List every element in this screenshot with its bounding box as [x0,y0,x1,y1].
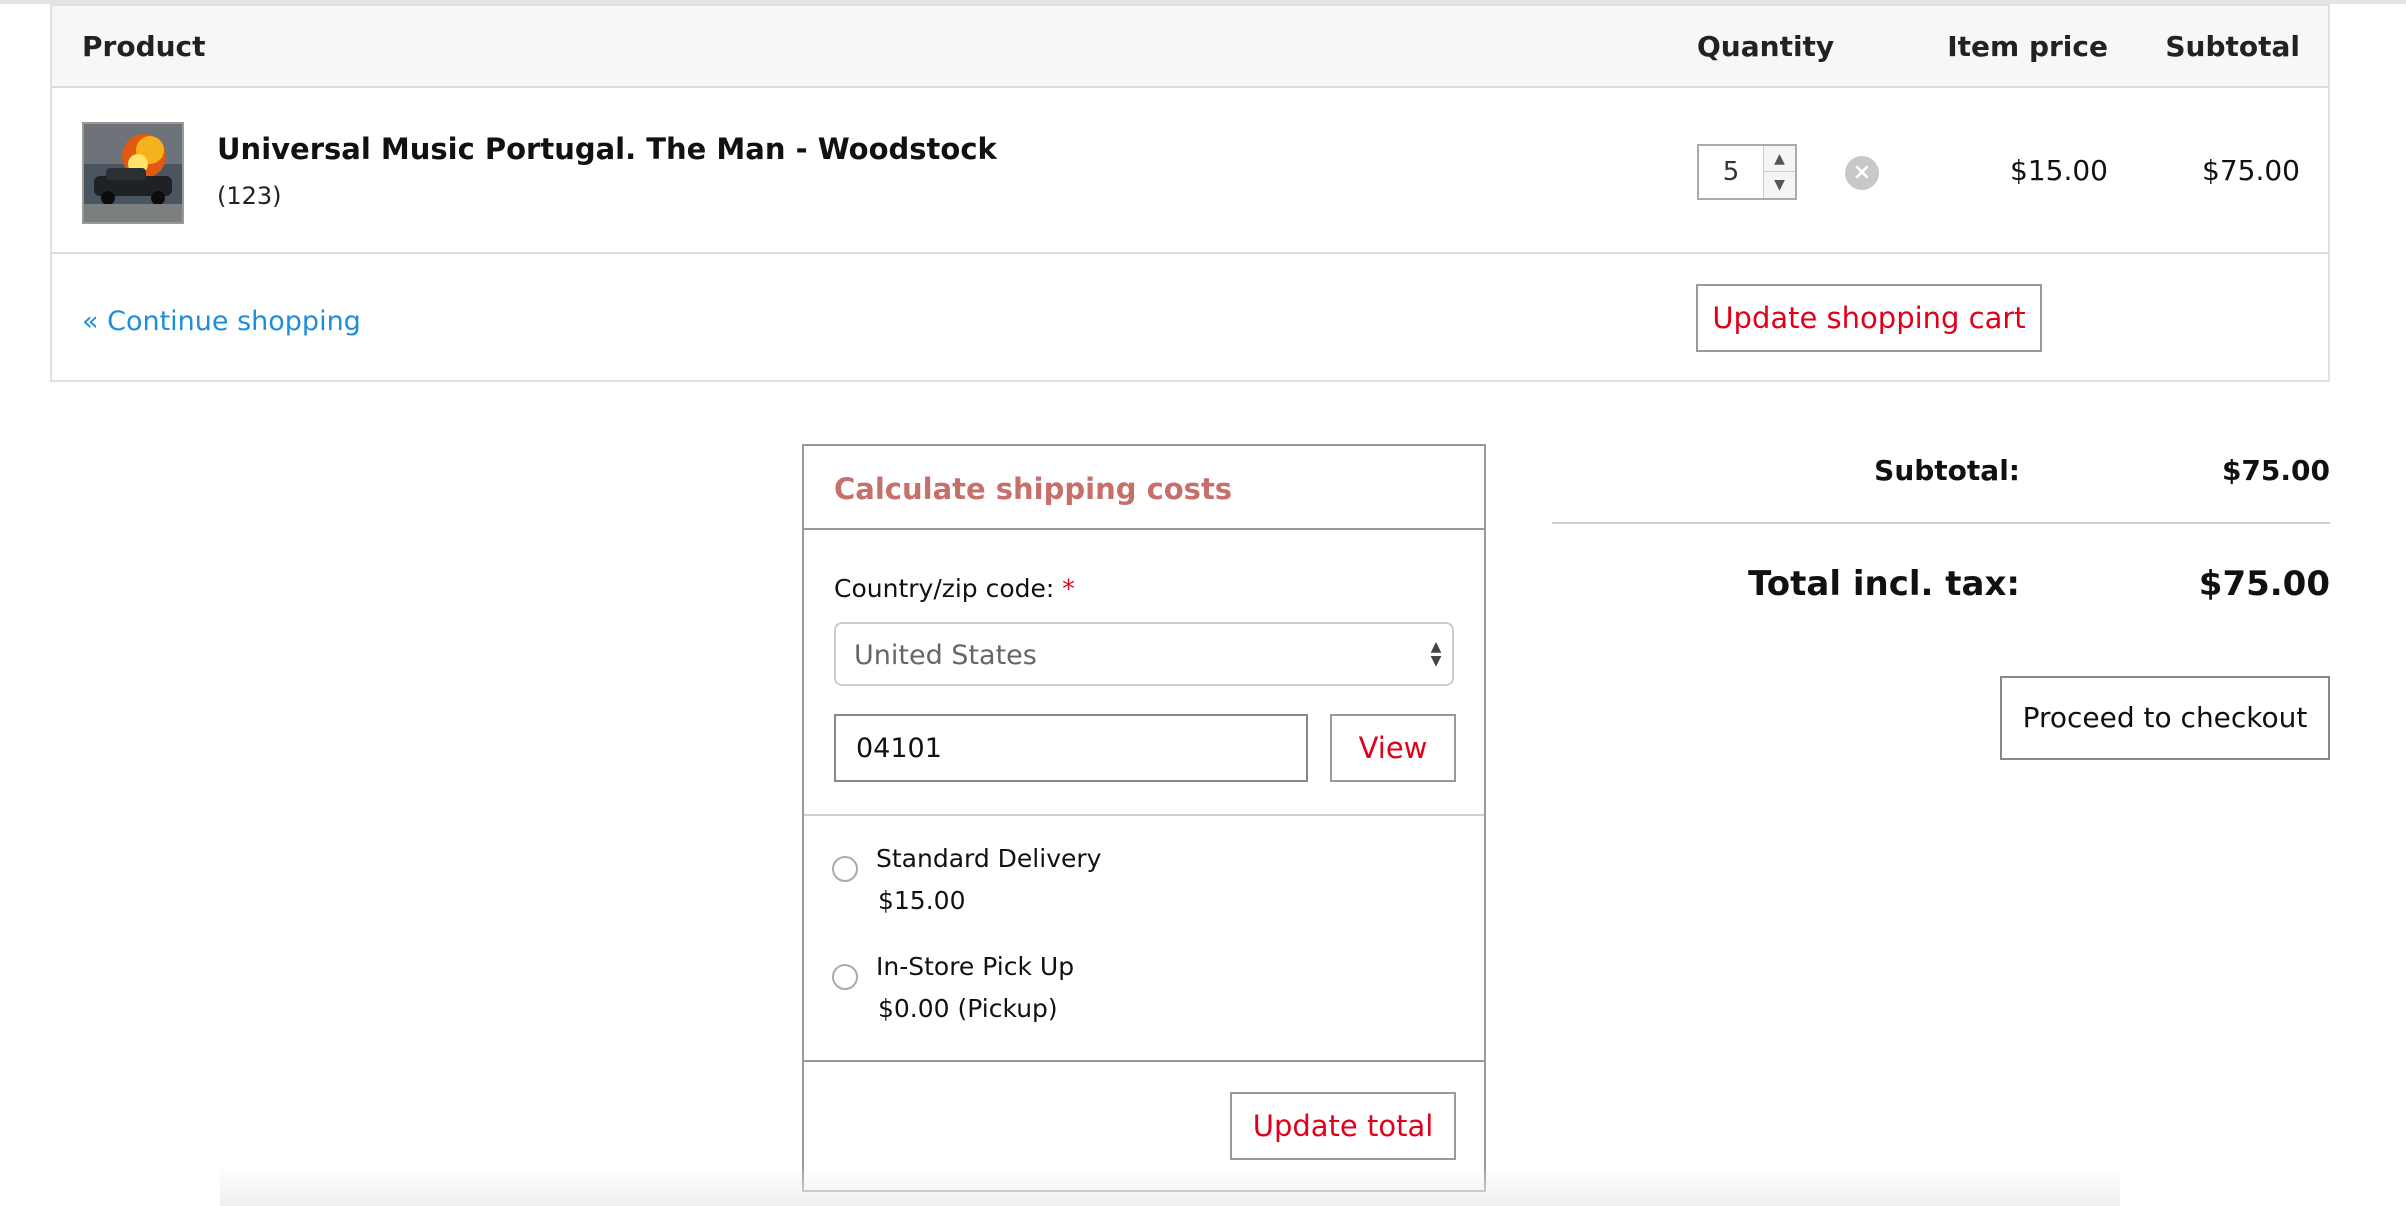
continue-shopping-link[interactable]: « Continue shopping [82,306,361,337]
cart-footer: « Continue shopping Update shopping cart [52,254,2328,380]
product-code: (123) [217,182,282,210]
shipping-calculator: Calculate shipping costs Country/zip cod… [802,444,1486,1192]
country-zip-label: Country/zip code: * [834,574,1075,603]
select-arrows-icon: ▲ ▼ [1430,639,1442,669]
cart-table: Product Quantity Item price Subtotal Uni… [50,4,2330,382]
table-row: Universal Music Portugal. The Man - Wood… [52,88,2328,254]
country-selected-value: United States [854,640,1037,671]
shipping-title: Calculate shipping costs [834,472,1233,506]
subtotal-label: Subtotal: [1874,454,2020,487]
shipping-option-price: $15.00 [878,886,966,915]
cart-header-row: Product Quantity Item price Subtotal [52,6,2328,88]
subtotal-value: $75.00 [2221,454,2330,487]
header-quantity: Quantity [1697,30,1835,63]
total-label: Total incl. tax: [1748,564,2020,604]
quantity-value[interactable]: 5 [1699,146,1763,198]
album-cover-icon [84,124,182,222]
item-subtotal: $75.00 [2202,154,2300,187]
product-name[interactable]: Universal Music Portugal. The Man - Wood… [217,132,997,166]
remove-item-icon[interactable]: × [1845,156,1879,190]
divider [804,814,1484,816]
shipping-option-name: Standard Delivery [876,844,1102,873]
update-cart-button[interactable]: Update shopping cart [1696,284,2042,352]
required-marker: * [1062,574,1075,603]
country-zip-label-text: Country/zip code: [834,574,1055,603]
zip-input[interactable] [834,714,1308,782]
product-thumbnail[interactable] [82,122,184,224]
divider [804,528,1484,530]
header-product: Product [82,30,206,63]
order-totals: Subtotal: $75.00 Total incl. tax: $75.00… [1552,440,2330,770]
divider [1552,522,2330,524]
bottom-shadow [220,1166,2120,1206]
shipping-option-price: $0.00 (Pickup) [878,994,1058,1023]
view-shipping-button[interactable]: View [1330,714,1456,782]
decrement-icon[interactable]: ▼ [1763,172,1795,198]
total-value: $75.00 [2198,564,2330,604]
divider [804,1060,1484,1062]
shipping-option-name: In-Store Pick Up [876,952,1075,981]
radio-button[interactable] [832,856,858,882]
header-subtotal: Subtotal [2165,30,2300,63]
item-price: $15.00 [2010,154,2108,187]
update-total-button[interactable]: Update total [1230,1092,1456,1160]
quantity-stepper[interactable]: 5 ▲ ▼ [1697,144,1797,200]
checkout-button[interactable]: Proceed to checkout [2000,676,2330,760]
increment-icon[interactable]: ▲ [1763,146,1795,172]
radio-button[interactable] [832,964,858,990]
header-item-price: Item price [1947,30,2108,63]
country-select[interactable]: United States ▲ ▼ [834,622,1454,686]
